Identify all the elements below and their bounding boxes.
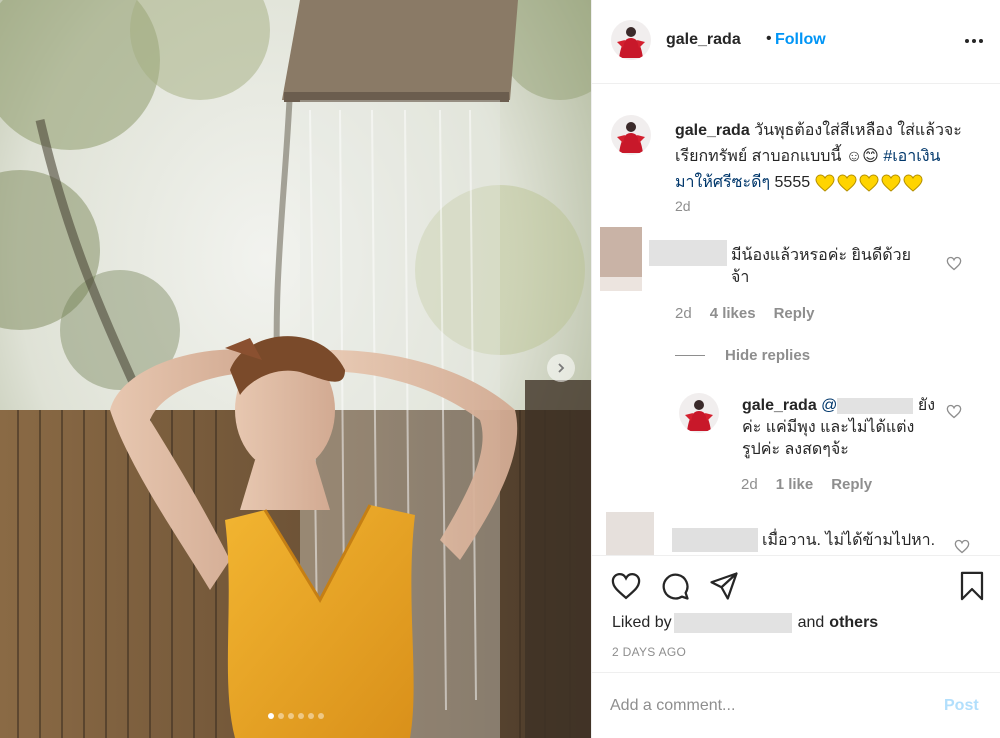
comment-text-line1: มีน้องแล้วหรอค่ะ ยินดีด้วย <box>731 247 911 264</box>
reply-text-line1-tail: ยัง <box>917 397 936 414</box>
commenter-avatar-redacted[interactable] <box>600 227 642 277</box>
commenter-username-redacted[interactable] <box>649 240 727 266</box>
liked-by-prefix: Liked by <box>612 614 672 631</box>
hashtag-link[interactable]: #เอาเงิน <box>883 148 940 165</box>
post-side-panel: gale_rada • Follow gale_rada วันพุธต้องใ… <box>591 0 1000 738</box>
shower-photo-scene <box>0 0 591 738</box>
caption-time[interactable]: 2d <box>675 198 691 214</box>
post-date[interactable]: 2 DAYS AGO <box>612 645 686 659</box>
reply-text: gale_rada @ ยัง ค่ะ แค่มีพุง และไม่ได้แต… <box>742 395 935 461</box>
post-actions: Liked by and others 2 DAYS AGO <box>592 555 1000 671</box>
avatar[interactable] <box>611 115 651 155</box>
mention-link[interactable]: @ <box>821 397 837 414</box>
comment-icon[interactable] <box>660 571 690 601</box>
commenter-username-redacted[interactable] <box>672 528 758 552</box>
comment-text-line2: จ้า <box>731 269 750 286</box>
save-icon[interactable] <box>958 571 986 601</box>
yellow-heart-icon <box>837 174 857 192</box>
yellow-heart-icon <box>815 174 835 192</box>
post-caption: gale_rada วันพุธต้องใส่สีเหลือง ใส่แล้วจ… <box>675 118 975 196</box>
post-photo[interactable] <box>0 0 591 738</box>
carousel-dot[interactable] <box>277 713 284 719</box>
instagram-post: gale_rada • Follow gale_rada วันพุธต้องใ… <box>0 0 1000 738</box>
liked-by-line: Liked by and others <box>612 613 878 633</box>
more-icon[interactable] <box>965 39 983 43</box>
comments-section: gale_rada วันพุธต้องใส่สีเหลือง ใส่แล้วจ… <box>592 85 1000 555</box>
redaction-block <box>600 277 642 291</box>
comment-text: มีน้องแล้วหรอค่ะ ยินดีด้วย จ้า <box>731 245 911 289</box>
comment-time[interactable]: 2d <box>675 305 692 322</box>
avatar[interactable] <box>611 20 651 60</box>
reply-likes[interactable]: 1 like <box>776 476 814 493</box>
carousel-next-button[interactable] <box>547 354 575 382</box>
carousel-dot[interactable] <box>317 713 324 719</box>
liked-by-others[interactable]: others <box>829 614 878 632</box>
yellow-hearts <box>815 174 923 192</box>
caption-username[interactable]: gale_rada <box>675 122 750 139</box>
comment-likes[interactable]: 4 likes <box>710 305 756 322</box>
reply-heart-icon[interactable] <box>946 404 962 419</box>
divider-line <box>675 355 705 356</box>
hide-replies-button[interactable]: Hide replies <box>675 347 810 364</box>
follow-button[interactable]: Follow <box>775 31 826 49</box>
hashtag-link-cont[interactable]: มาให้ศรีซะดีๆ <box>675 174 770 191</box>
reply-button[interactable]: Reply <box>774 305 815 322</box>
comment-text: เมื่อวาน. ไม่ได้ข้ามไปหา. <box>762 532 936 549</box>
avatar[interactable] <box>679 393 719 433</box>
hide-replies-label: Hide replies <box>725 347 811 364</box>
yellow-heart-icon <box>859 174 879 192</box>
carousel-dot[interactable] <box>297 713 304 719</box>
yellow-heart-icon <box>903 174 923 192</box>
reply-text-line3: รูปค่ะ ลงสดๆจ้ะ <box>742 441 849 458</box>
post-header: gale_rada • Follow <box>592 0 1000 84</box>
carousel-dots <box>0 713 591 719</box>
comment-heart-icon[interactable] <box>946 256 962 271</box>
reply-time[interactable]: 2d <box>741 476 758 493</box>
reply-text-line2: ค่ะ แค่มีพุง และไม่ได้แต่ง <box>742 419 915 436</box>
reply-meta: 2d 1 like Reply <box>741 476 872 493</box>
post-button[interactable]: Post <box>944 697 979 715</box>
comment-input[interactable] <box>610 691 930 721</box>
share-icon[interactable] <box>709 571 739 601</box>
avatar-image <box>611 20 651 60</box>
heart-icon[interactable] <box>611 572 641 600</box>
header-username[interactable]: gale_rada <box>666 31 741 49</box>
avatar-image <box>679 393 719 433</box>
carousel-dot[interactable] <box>307 713 314 719</box>
carousel-dot[interactable] <box>267 713 274 719</box>
mention-redacted <box>837 397 914 414</box>
reply-username[interactable]: gale_rada <box>742 397 817 414</box>
avatar-image <box>611 115 651 155</box>
yellow-heart-icon <box>881 174 901 192</box>
caption-text-line1: วันพุธต้องใส่สีเหลือง ใส่แล้วจะ <box>754 122 962 139</box>
caption-text-line2: เรียกทรัพย์ สาบอกแบบนี้ ☺😊 <box>675 148 879 165</box>
liked-by-username-redacted[interactable] <box>673 613 792 633</box>
caption-text-after: 5555 <box>774 174 811 191</box>
comment-heart-icon[interactable] <box>954 539 970 554</box>
commenter-avatar-redacted[interactable] <box>606 512 654 555</box>
carousel-dot[interactable] <box>287 713 294 719</box>
separator-dot: • <box>766 30 772 47</box>
comment-meta: 2d 4 likes Reply <box>675 305 814 322</box>
liked-by-and: and <box>797 614 825 631</box>
add-comment-bar: Post <box>592 672 1000 738</box>
reply-button[interactable]: Reply <box>831 476 872 493</box>
chevron-right-icon <box>558 363 565 373</box>
